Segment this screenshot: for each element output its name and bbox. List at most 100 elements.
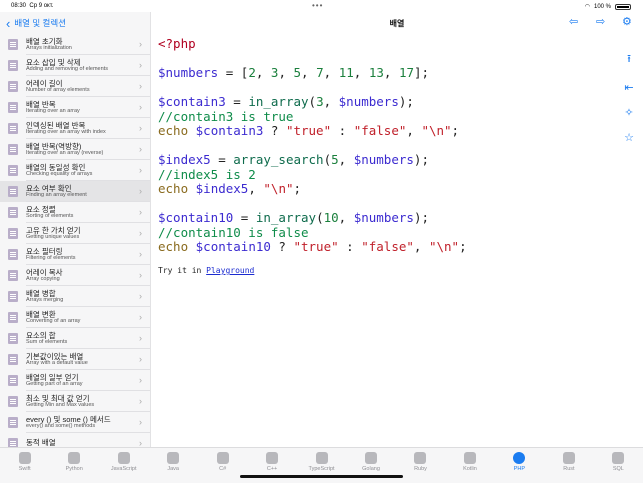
code-number: 7 [316,65,324,80]
sidebar-item[interactable]: 요소 여부 확인 Finding an array element › [0,181,150,202]
try-it-label: Try it in [158,266,207,275]
tab-label: C++ [266,466,278,472]
sidebar-item-subtitle: Iterating over an array with index [26,129,106,135]
sidebar-item[interactable]: 배열 변환 Converting of an array › [0,307,150,328]
chevron-right-icon: › [139,165,142,175]
sidebar-item[interactable]: 배열 초기화 Arrays initialization › [0,34,150,55]
chevron-right-icon: › [139,207,142,217]
sidebar-item[interactable]: 요소 필터링 Filtering of elements › [0,244,150,265]
arrow-left-icon[interactable]: ⇦ [569,15,578,28]
sidebar-item-text: 배열 초기화 Arrays initialization [26,37,72,52]
sidebar-item[interactable]: 요소 정렬 Sorting of elements › [0,202,150,223]
sidebar-item-text: 요소 필터링 Filtering of elements [26,246,76,262]
document-icon [8,291,18,302]
document-icon [8,207,18,218]
document-icon [8,249,18,260]
tab-label: C# [219,466,227,472]
sidebar-item-text: 고유 한 가치 얻기 Getting unique values [26,226,81,241]
arrow-right-icon[interactable]: ⇨ [596,15,605,28]
sidebar-item-subtitle: Finding an array element [26,192,87,198]
chevron-right-icon: › [139,375,142,385]
tab-java[interactable]: Java [148,448,197,483]
expand-icon[interactable]: ✧ [624,106,633,119]
tab-rust[interactable]: Rust [544,448,593,483]
playground-link[interactable]: Playground [206,266,254,275]
code-number: 13 [368,65,384,80]
back-button[interactable]: ‹ 배열 및 컬렉션 [0,12,150,34]
code-token: $contain3 [158,94,226,109]
share-icon[interactable]: ⭱ [627,50,631,69]
sidebar-item-title: 어레이 복사 [26,267,63,277]
language-icon [463,452,476,464]
tab-kotlin[interactable]: Kotlin [445,448,494,483]
code-function: in_array [248,94,309,109]
tab-label: TypeScript [308,466,335,472]
tab-label: Swift [18,466,31,472]
code-token: $numbers [158,65,219,80]
sidebar-item[interactable]: 동적 배열 › [0,433,150,447]
tab-ruby[interactable]: Ruby [396,448,445,483]
sidebar-item-title: 요소 삽입 및 삭제 [26,57,81,67]
sidebar-item-subtitle: Getting part of an array [26,381,83,387]
code-comment: //contain3 is true [158,108,294,124]
status-time: 08:30 Ср 9 окт. [11,3,54,9]
sidebar-item[interactable]: 요소의 합 Sum of elements › [0,328,150,349]
sidebar-item-title: 배열의 일부 얻기 [26,372,79,382]
sidebar-item[interactable]: 배열 병합 Arrays merging › [0,286,150,307]
sidebar-item[interactable]: 배열의 일부 얻기 Getting part of an array › [0,370,150,391]
sidebar-item-text: 요소 여부 확인 Finding an array element [26,183,87,199]
document-icon [8,39,18,50]
detail-pane: 배열 ⇦ ⇨ ⚙ <?php $numbers = [2, 3, 5, 7, 1… [151,12,643,447]
language-icon [513,452,526,464]
chevron-right-icon: › [139,354,142,364]
code-comment: //contain10 is false [158,224,309,240]
try-it-line: Try it in Playground [158,266,254,275]
code-function: array_search [233,152,324,167]
star-icon[interactable]: ☆ [624,131,634,144]
gear-icon[interactable]: ⚙ [622,15,632,28]
sidebar-item[interactable]: 인덱싱된 배열 반복 Iterating over an array with i… [0,118,150,139]
sidebar-item-subtitle: Getting unique values [26,234,80,240]
chevron-right-icon: › [139,81,142,91]
sidebar-item-title: 요소 여부 확인 [26,183,72,193]
code-string: "false" [361,239,414,254]
status-bar: 08:30 Ср 9 окт. ••• ◠ 100 % [0,0,643,12]
sidebar-item[interactable]: 배열의 동일성 확인 Checking equality of arrays › [0,160,150,181]
sidebar-item[interactable]: 어레이 복사 Array copying › [0,265,150,286]
tab-sql[interactable]: SQL [594,448,643,483]
sidebar-item-subtitle: Arrays initialization [26,45,72,51]
sidebar-item[interactable]: 요소 삽입 및 삭제 Adding and removing of element… [0,55,150,76]
sidebar-item-title: 인덱싱된 배열 반복 [26,120,86,130]
sidebar-item[interactable]: every () 및 some () 메서드 every() and some()… [0,412,150,433]
code-number: 17 [398,65,415,80]
language-icon [68,452,81,464]
document-icon [8,417,18,428]
document-icon [8,333,18,344]
sidebar-item[interactable]: 고유 한 가치 얻기 Getting unique values › [0,223,150,244]
sidebar-item[interactable]: 최소 및 최대 값 얻기 Getting Min and Max values › [0,391,150,412]
sidebar-item-text: 요소 삽입 및 삭제 Adding and removing of element… [26,57,108,73]
sidebar-item[interactable]: 어레이 길이 Number of array elements › [0,76,150,97]
sidebar-item-text: 배열 병합 Arrays merging [26,289,63,304]
sidebar-item-text: 어레이 복사 Array copying [26,267,63,283]
tab-javascript[interactable]: JavaScript [99,448,148,483]
tab-php[interactable]: PHP [495,448,544,483]
sidebar-item-text: 최소 및 최대 값 얻기 Getting Min and Max values [26,394,94,409]
sidebar-item-title: 요소 필터링 [26,246,63,256]
tab-swift[interactable]: Swift [0,448,49,483]
sidebar-item[interactable]: 배열 반복(역방향) Iterating over an array (rever… [0,139,150,160]
sidebar-item[interactable]: 기본값이있는 배열 Array with a default value › [0,349,150,370]
document-icon [8,396,18,407]
tab-python[interactable]: Python [49,448,98,483]
sidebar-item-subtitle: Adding and removing of elements [26,66,108,72]
sidebar-item[interactable]: 배열 반복 Iterating over an array › [0,97,150,118]
sidebar: ‹ 배열 및 컬렉션 배열 초기화 Arrays initialization › 요… [0,12,151,447]
chevron-right-icon: › [139,291,142,301]
code-keyword: echo [158,181,189,196]
collapse-icon[interactable]: ⇤ [624,81,633,94]
sidebar-item-title: 어레이 길이 [26,78,63,88]
sidebar-item-title: 배열 반복 [26,99,56,109]
multitask-dots[interactable]: ••• [312,1,323,10]
status-right: ◠ 100 % [585,3,631,10]
document-icon [8,354,18,365]
